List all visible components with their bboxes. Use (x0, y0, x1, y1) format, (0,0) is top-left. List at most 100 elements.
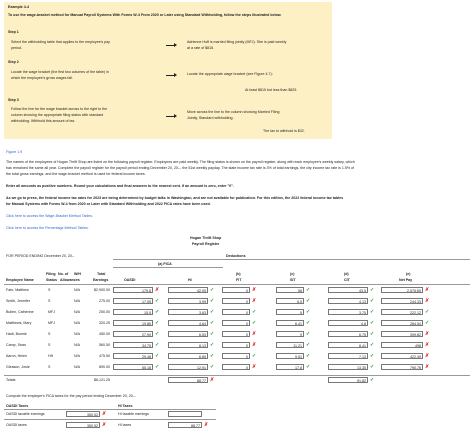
oasdi-input[interactable]: 55.18 (113, 364, 153, 370)
cit-input[interactable]: 6.75 (328, 331, 368, 337)
check-icon: ✓ (252, 320, 257, 326)
totals-earnings: $6,121.25 (94, 378, 110, 382)
col-total-2: Earnings (93, 278, 109, 282)
sit-input[interactable]: 5.5 (276, 298, 304, 304)
net-input[interactable]: 790.76 (381, 364, 423, 370)
filing-status: S (48, 288, 51, 292)
net-input[interactable]: 284.54 (381, 320, 423, 326)
col-employee-name: Employee Name (6, 278, 34, 282)
col-oasdi: OASDI (124, 278, 136, 282)
fit-input[interactable]: 0 (222, 287, 250, 293)
check-icon: ✓ (210, 298, 215, 304)
cross-icon: ✗ (252, 298, 257, 304)
oasdi-input[interactable]: 29.48 (113, 353, 153, 359)
hi-input[interactable]: 8.13 (168, 342, 208, 348)
divider (4, 284, 470, 285)
cit-input[interactable]: 4.8 (328, 320, 368, 326)
employee-name: Gleason, Josie (6, 365, 30, 369)
cit-input[interactable]: 4.13 (328, 298, 368, 304)
fit-input[interactable]: 0 (222, 298, 250, 304)
net-input[interactable]: 498 (381, 342, 423, 348)
step1-right-2: at a rate of $815. (187, 46, 215, 50)
check-icon: ✓ (210, 342, 215, 348)
employee-name: Matthews, Mary (6, 321, 32, 325)
check-icon: ✓ (370, 320, 375, 326)
fit-input[interactable]: 0 (222, 364, 250, 370)
totals-cit-input[interactable]: 91.82 (328, 377, 368, 383)
net-input[interactable]: 399.82 (381, 331, 423, 337)
net-input[interactable]: 244.33 (381, 298, 423, 304)
oasdi-input[interactable]: 17.05 (113, 298, 153, 304)
check-icon: ✓ (370, 364, 375, 370)
hi-input[interactable]: 3.99 (168, 298, 208, 304)
hi-input[interactable]: 6.89 (168, 353, 208, 359)
oasdi-input[interactable]: 179.8 (113, 287, 153, 293)
cross-icon: ✗ (425, 364, 430, 370)
cross-icon: ✗ (252, 287, 257, 293)
cit-input[interactable]: 3.75 (328, 309, 368, 315)
filing-status: HH (48, 354, 54, 358)
col-sit-1: (c) (290, 272, 295, 276)
cit-input[interactable]: 7.13 (328, 353, 368, 359)
step2-right-2: At least $815 but less than $825 (245, 88, 297, 92)
check-icon: ✓ (425, 320, 430, 326)
sit-input[interactable]: 5 (276, 309, 304, 315)
fit-input[interactable]: 0 (222, 342, 250, 348)
employee-name: Fahr, Matthew (6, 288, 29, 292)
step3-right-3: The tax to withhold is $32. (263, 129, 305, 133)
oasdi-taxes-input[interactable]: 350.52 (66, 422, 100, 428)
oasdi-input[interactable]: 27.90 (113, 331, 153, 337)
check-icon: ✓ (306, 342, 311, 348)
fit-input[interactable]: 0 (222, 320, 250, 326)
check-icon: ✓ (306, 364, 311, 370)
sit-input[interactable]: 17.8 (276, 364, 304, 370)
sit-input[interactable]: 9.51 (276, 353, 304, 359)
oasdi-taxable-earnings-input[interactable]: 350.52 (66, 411, 100, 417)
step2-left-2: which the employee's gross wages fall. (11, 76, 74, 80)
oasdi-input[interactable]: 19.86 (113, 320, 153, 326)
total-earnings: 250.00 (99, 310, 110, 314)
col-net-2: Net Pay (399, 278, 413, 282)
net-input[interactable]: 2,576.65 (381, 287, 423, 293)
hi-input[interactable]: 42.05 (168, 287, 208, 293)
cit-input[interactable]: 43.5 (328, 287, 368, 293)
sit-input[interactable]: 9 (276, 331, 304, 337)
net-input[interactable]: 222.12 (381, 309, 423, 315)
hi-input[interactable]: 3.63 (168, 309, 208, 315)
cit-input[interactable]: 13.35 (328, 364, 368, 370)
cit-input[interactable]: 8.41 (328, 342, 368, 348)
wage-bracket-link[interactable]: Click here to access the Wage-Bracket Me… (6, 214, 93, 218)
employee-name: Bullen, Catherine (6, 310, 34, 314)
sit-input[interactable]: 58 (276, 287, 304, 293)
check-icon: ✓ (210, 364, 215, 370)
col-hi: HI (188, 278, 192, 282)
sit-input[interactable]: 11.21 (276, 342, 304, 348)
check-icon: ✓ (210, 320, 215, 326)
cross-icon: ✗ (252, 364, 257, 370)
employee-name: Hadt, Bonnie (6, 332, 27, 336)
fit-input[interactable]: 0 (222, 309, 250, 315)
col-total-1: Total (97, 272, 106, 276)
example-intro: To use the wage-bracket method for Manua… (8, 13, 282, 17)
divider (4, 409, 216, 410)
totals-hi-input[interactable]: 88.77 (168, 377, 208, 383)
hi-input[interactable]: 12.91 (168, 364, 208, 370)
hi-taxes-input[interactable]: 88.77 (168, 422, 202, 428)
total-earnings: 275.00 (99, 299, 110, 303)
check-icon: ✓ (155, 364, 160, 370)
check-icon: ✓ (370, 298, 375, 304)
fit-input[interactable]: 0 (222, 353, 250, 359)
check-icon: ✓ (155, 298, 160, 304)
net-input[interactable]: 422.49 (381, 353, 423, 359)
hi-input[interactable]: 6.53 (168, 331, 208, 337)
oasdi-input[interactable]: 34.75 (113, 342, 153, 348)
oasdi-taxable-earnings-label: OASDI taxable earnings (6, 412, 45, 416)
hi-taxable-earnings-input[interactable] (168, 411, 202, 417)
oasdi-input[interactable]: 15.5 (113, 309, 153, 315)
hi-taxes-header: HI Taxes (118, 404, 133, 408)
percentage-method-link[interactable]: Click here to access the Percentage Meth… (6, 226, 89, 230)
sit-input[interactable]: 6.41 (276, 320, 304, 326)
figure-desc-3: the total gross earnings, and the wage-b… (6, 172, 146, 176)
hi-input[interactable]: 4.64 (168, 320, 208, 326)
fit-input[interactable]: 0 (222, 331, 250, 337)
